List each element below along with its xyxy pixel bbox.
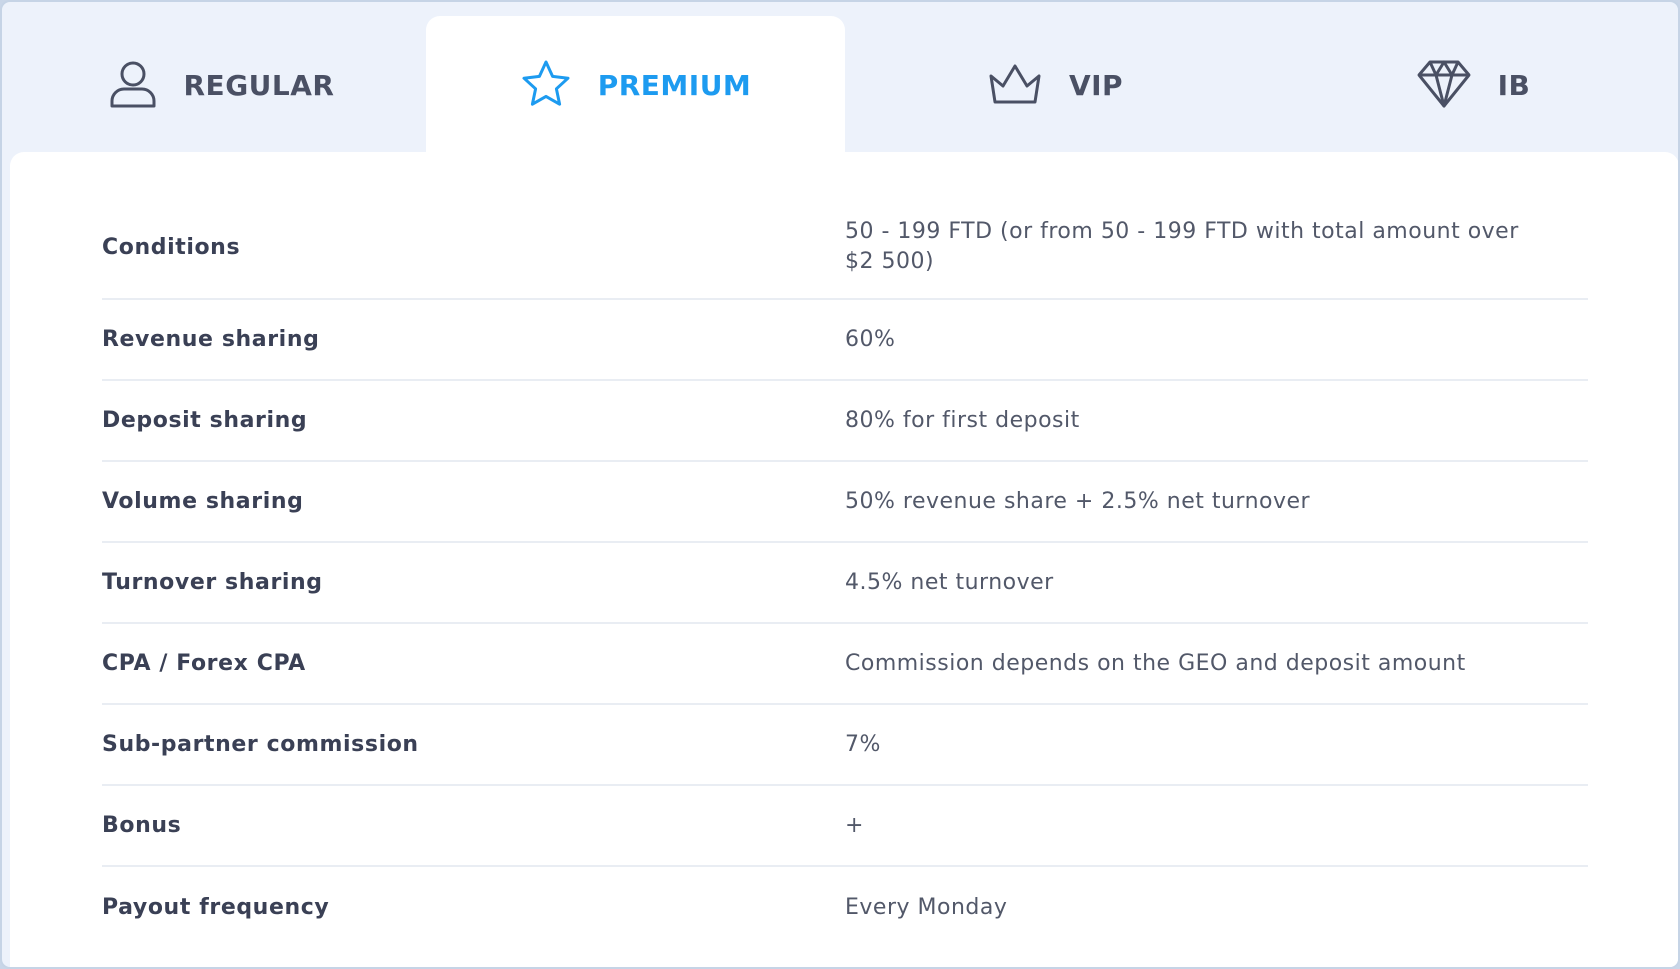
table-row: Conditions 50 - 199 FTD (or from 50 - 19…	[102, 196, 1588, 300]
row-label: Revenue sharing	[102, 327, 320, 352]
tab-premium[interactable]: PREMIUM	[426, 16, 845, 152]
tab-regular[interactable]: REGULAR	[16, 16, 426, 152]
row-value: 50% revenue share + 2.5% net turnover	[845, 488, 1311, 514]
user-icon	[108, 59, 158, 109]
row-label: Volume sharing	[102, 489, 304, 514]
diamond-icon	[1416, 59, 1472, 109]
row-value: 80% for first deposit	[845, 407, 1080, 433]
row-label: Payout frequency	[102, 895, 330, 920]
tab-premium-label: PREMIUM	[597, 68, 752, 102]
row-label: Conditions	[102, 234, 241, 260]
table-row: Bonus +	[102, 786, 1588, 867]
row-value: 4.5% net turnover	[845, 569, 1054, 595]
tab-regular-label: REGULAR	[183, 68, 335, 102]
table-row: Volume sharing 50% revenue share + 2.5% …	[102, 462, 1588, 543]
row-label: Sub-partner commission	[102, 732, 419, 757]
row-value: 50 - 199 FTD (or from 50 - 199 FTD with …	[845, 219, 1519, 274]
row-value: 7%	[845, 731, 881, 757]
partner-levels-card: REGULAR PREMIUM VIP IB Conditions 50 - 1…	[0, 0, 1680, 969]
row-value: +	[845, 812, 864, 838]
table-row: Sub-partner commission 7%	[102, 705, 1588, 786]
row-label: Bonus	[102, 813, 182, 838]
row-value: 60%	[845, 326, 896, 352]
row-label: Deposit sharing	[102, 408, 308, 433]
table-row: Revenue sharing 60%	[102, 300, 1588, 381]
row-value: Commission depends on the GEO and deposi…	[845, 650, 1466, 676]
tab-vip-label: VIP	[1068, 68, 1124, 102]
table-row: Turnover sharing 4.5% net turnover	[102, 543, 1588, 624]
row-value: Every Monday	[845, 894, 1008, 920]
table-row: Payout frequency Every Monday	[102, 867, 1588, 948]
conditions-table: Conditions 50 - 199 FTD (or from 50 - 19…	[102, 196, 1588, 948]
row-label: CPA / Forex CPA	[102, 651, 306, 676]
tab-ib-label: IB	[1497, 68, 1531, 102]
level-tabs: REGULAR PREMIUM VIP IB	[2, 2, 1678, 152]
star-icon	[520, 59, 572, 109]
table-row: CPA / Forex CPA Commission depends on th…	[102, 624, 1588, 705]
crown-icon	[987, 62, 1043, 106]
premium-conditions-panel: Conditions 50 - 199 FTD (or from 50 - 19…	[10, 152, 1678, 967]
tab-vip[interactable]: VIP	[845, 16, 1265, 152]
row-label: Turnover sharing	[102, 570, 323, 595]
tab-ib[interactable]: IB	[1265, 16, 1678, 152]
table-row: Deposit sharing 80% for first deposit	[102, 381, 1588, 462]
